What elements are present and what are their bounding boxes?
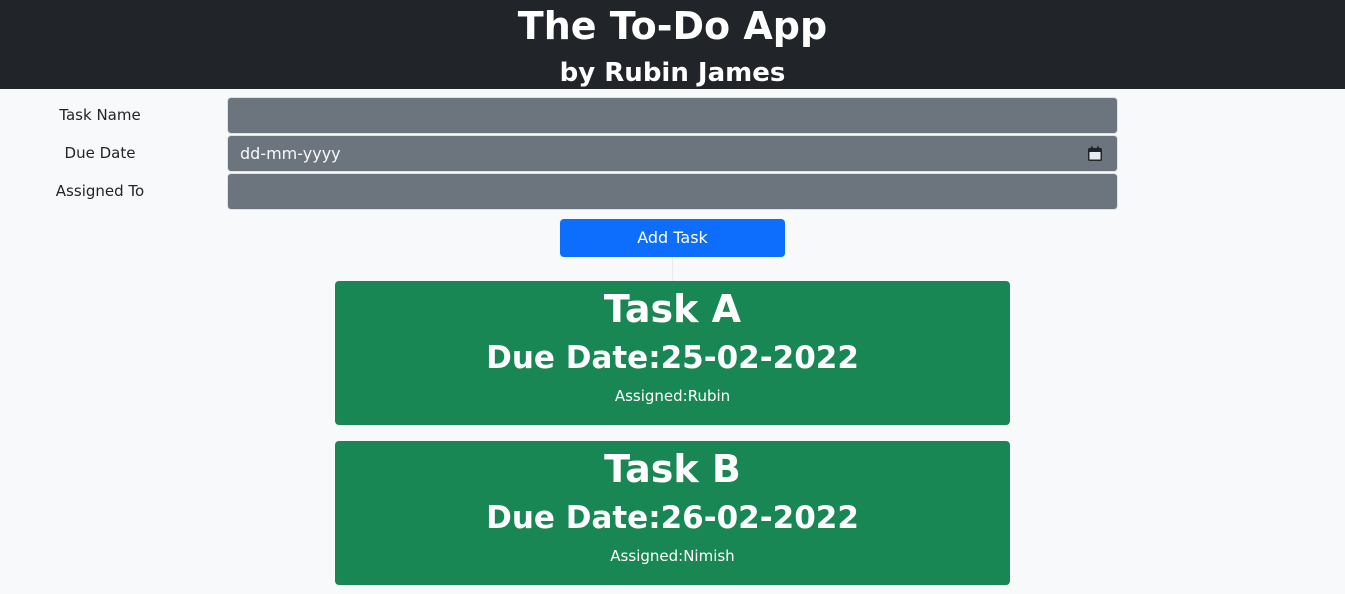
app-header: The To-Do App by Rubin James xyxy=(0,0,1345,89)
task-due-date: Due Date:26-02-2022 xyxy=(335,498,1010,538)
task-name-row: Task Name xyxy=(0,97,1345,134)
app-subtitle: by Rubin James xyxy=(559,58,786,88)
assigned-to-input[interactable] xyxy=(227,173,1118,210)
task-assigned: Assigned:Nimish xyxy=(335,545,1010,567)
add-task-button[interactable]: Add Task xyxy=(560,219,785,257)
task-title: Task B xyxy=(604,447,741,491)
divider xyxy=(672,257,673,281)
task-assigned-prefix: Assigned: xyxy=(614,387,688,405)
due-date-placeholder: dd-mm-yyyy xyxy=(240,144,341,163)
app-title: The To-Do App xyxy=(517,4,828,48)
task-due-prefix: Due Date: xyxy=(486,500,661,536)
task-assigned: Assigned:Rubin xyxy=(335,385,1010,407)
task-card: Task A Due Date:25-02-2022 Assigned:Rubi… xyxy=(335,281,1010,425)
due-date-row: Due Date dd-mm-yyyy xyxy=(0,135,1345,172)
task-assigned-value: Nimish xyxy=(683,547,735,565)
due-date-input[interactable]: dd-mm-yyyy xyxy=(227,135,1118,172)
assigned-to-row: Assigned To xyxy=(0,173,1345,210)
task-name-input[interactable] xyxy=(227,97,1118,134)
task-due-value: 26-02-2022 xyxy=(660,500,859,536)
task-assigned-value: Rubin xyxy=(687,387,731,405)
due-date-label: Due Date xyxy=(64,144,136,162)
task-due-prefix: Due Date: xyxy=(486,340,661,376)
task-card: Task B Due Date:26-02-2022 Assigned:Nimi… xyxy=(335,441,1010,585)
task-assigned-prefix: Assigned: xyxy=(610,547,684,565)
calendar-icon[interactable] xyxy=(1087,146,1103,162)
assigned-to-label: Assigned To xyxy=(55,182,145,200)
task-due-value: 25-02-2022 xyxy=(660,340,859,376)
task-title: Task A xyxy=(603,287,742,331)
task-due-date: Due Date:25-02-2022 xyxy=(335,338,1010,378)
task-name-label: Task Name xyxy=(59,106,141,124)
